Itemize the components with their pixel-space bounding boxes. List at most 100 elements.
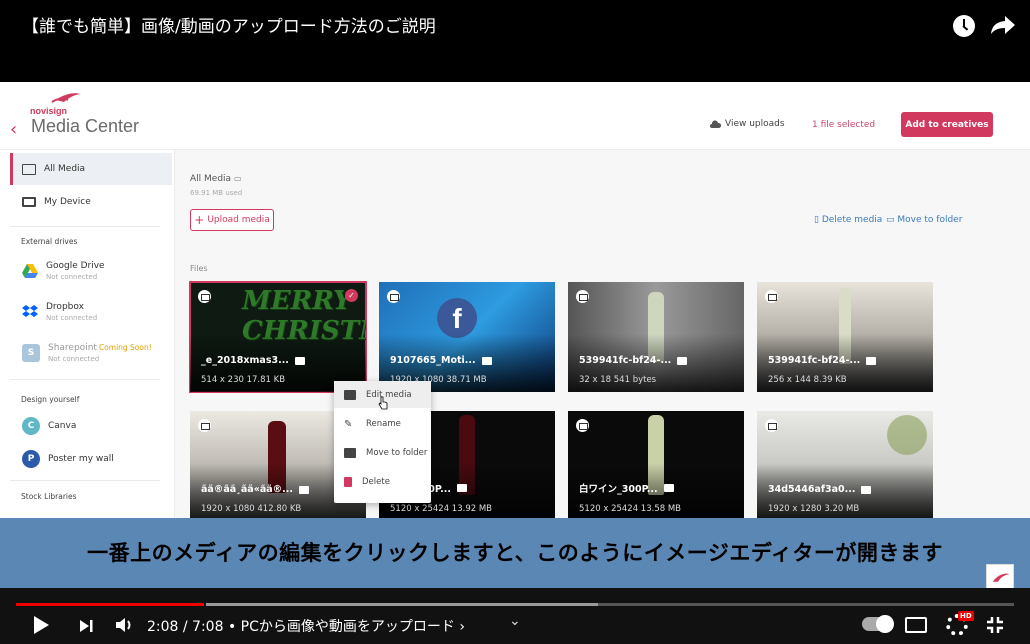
- sidebar-item-poster-my-wall[interactable]: P Poster my wall: [10, 443, 172, 475]
- hd-badge: HD: [958, 611, 974, 621]
- file-meta: 256 x 144 8.39 KB: [768, 375, 847, 385]
- folder-icon: ▭: [233, 174, 242, 183]
- google-drive-icon: [22, 264, 38, 278]
- sidebar-item-label: My Device: [44, 197, 91, 207]
- image-icon: [677, 356, 688, 365]
- menu-item-label: Rename: [366, 418, 401, 429]
- image-icon: [299, 485, 309, 494]
- time-text: 2:08 / 7:08: [147, 619, 224, 635]
- sidebar-item-dropbox[interactable]: Dropbox Not connected: [10, 295, 172, 329]
- file-meta: 5120 x 25424 13.58 MB: [579, 504, 682, 514]
- divider: [10, 226, 160, 227]
- divider: [10, 480, 160, 481]
- autoplay-toggle[interactable]: [862, 615, 894, 633]
- selected-check-icon[interactable]: ✓: [345, 289, 358, 302]
- sidebar-item-label: All Media: [44, 164, 86, 174]
- image-edit-icon: [344, 389, 356, 400]
- move-to-folder-button[interactable]: ▭ Move to folder: [886, 215, 962, 225]
- file-name-text: ãä®ãä¸ãä«ãä®...: [201, 484, 293, 495]
- file-name: ãä®ãä¸ãä«ãä®...: [201, 484, 309, 495]
- sidebar-item-label: Sharepoint: [48, 343, 97, 353]
- move-to-folder-menu-item[interactable]: Move to folder: [334, 439, 431, 466]
- pencil-icon: ✎: [344, 418, 353, 430]
- view-uploads-label: View uploads: [725, 119, 785, 129]
- hand-cursor-icon: [378, 396, 388, 410]
- rename-menu-item[interactable]: ✎ Rename: [334, 410, 431, 437]
- share-icon[interactable]: [990, 13, 1016, 37]
- subtitle-text: 一番上のメディアの編集をクリックしますと、このようにイメージエディターが開きます: [87, 541, 943, 565]
- sharepoint-icon: S: [22, 344, 40, 362]
- logo-text: novisign: [30, 106, 68, 116]
- image-icon: [663, 484, 674, 492]
- canva-icon: C: [22, 417, 40, 435]
- delete-media-button[interactable]: ▯ Delete media: [814, 215, 882, 225]
- volume-icon[interactable]: [114, 616, 134, 634]
- sidebar-item-sharepoint[interactable]: S Sharepoint Coming Soon! Not connected: [10, 336, 172, 370]
- facebook-icon: f: [437, 298, 477, 338]
- file-name-text: _e_2018xmas3...: [201, 355, 289, 366]
- plus-icon: +: [194, 213, 205, 227]
- sidebar-item-label: Dropbox: [46, 302, 84, 312]
- file-name-text: 539941fc-bf24-...: [579, 355, 672, 366]
- image-type-icon: [765, 419, 778, 432]
- view-uploads-button[interactable]: View uploads: [710, 119, 785, 129]
- connection-status: Not connected: [48, 355, 100, 363]
- divider: [10, 379, 160, 380]
- image-icon: [456, 484, 467, 492]
- exit-fullscreen-icon[interactable]: [985, 615, 1005, 635]
- menu-item-label: Move to folder: [366, 447, 428, 458]
- watch-later-icon[interactable]: [953, 15, 975, 37]
- sidebar-item-canva[interactable]: C Canva: [10, 410, 172, 442]
- media-card[interactable]: f 9107665_Moti... 1920 x 1080 38.71 MB: [379, 282, 555, 392]
- media-card[interactable]: 白ワイン_300P... 5120 x 25424 13.58 MB: [568, 411, 744, 518]
- file-meta: 1920 x 1080 412.80 KB: [201, 504, 302, 514]
- file-meta: 514 x 230 17.81 KB: [201, 375, 286, 385]
- sidebar-item-label: Google Drive: [46, 261, 105, 271]
- section-label: Design yourself: [21, 395, 80, 404]
- chapter-marker: [204, 603, 206, 606]
- file-name: 34d5446af3a0...: [768, 484, 872, 495]
- image-type-icon: [576, 290, 589, 303]
- add-to-creatives-button[interactable]: Add to creatives: [901, 112, 993, 137]
- folder-icon: [344, 447, 356, 458]
- file-meta: 32 x 18 541 bytes: [579, 375, 657, 385]
- media-card[interactable]: 34d5446af3a0... 1920 x 1280 3.20 MB: [757, 411, 933, 518]
- image-folder-icon: [22, 163, 36, 175]
- image-type-icon: [198, 419, 211, 432]
- media-center-app: novisign ‹ Media Center View uploads 1 f…: [0, 82, 1030, 518]
- menu-item-label: Delete: [362, 476, 390, 487]
- menu-item-label: Edit media: [366, 389, 412, 400]
- back-chevron-icon[interactable]: ‹: [10, 119, 17, 140]
- file-meta: 1920 x 1280 3.20 MB: [768, 504, 860, 514]
- file-name: _e_2018xmas3...: [201, 355, 305, 366]
- captions-icon[interactable]: [905, 617, 927, 633]
- media-card[interactable]: 539941fc-bf24-... 32 x 18 541 bytes: [568, 282, 744, 392]
- media-card[interactable]: 539941fc-bf24-... 256 x 144 8.39 KB: [757, 282, 933, 392]
- chevron-down-icon[interactable]: ⌄: [509, 613, 521, 629]
- file-name: 白ワイン_300P...: [579, 481, 674, 495]
- chapter-title[interactable]: • PCから画像や動画をアップロード ›: [228, 619, 465, 635]
- sidebar: All Media My Device External drives Goog…: [0, 150, 175, 518]
- image-icon: [294, 356, 305, 365]
- delete-menu-item[interactable]: Delete: [334, 468, 431, 495]
- breadcrumb: All Media ▭: [190, 174, 242, 184]
- video-title[interactable]: 【誰でも簡単】画像/動画のアップロード方法のご説明: [22, 12, 436, 37]
- file-name-text: 9107665_Moti...: [390, 355, 476, 366]
- leaf-decoration: [887, 415, 927, 455]
- media-card[interactable]: MERRYCHRISTMAS ✓ _e_2018xmas3... 514 x 2…: [189, 281, 367, 393]
- sidebar-item-google-drive[interactable]: Google Drive Not connected: [10, 254, 172, 288]
- play-icon[interactable]: [34, 616, 49, 634]
- file-name: 539941fc-bf24-...: [579, 355, 688, 366]
- sidebar-item-my-device[interactable]: My Device: [10, 186, 172, 218]
- next-icon[interactable]: [78, 618, 94, 634]
- file-meta: 5120 x 25424 13.92 MB: [390, 504, 493, 514]
- file-name: 539941fc-bf24-...: [768, 355, 877, 366]
- image-icon: [866, 356, 877, 365]
- image-type-icon: [387, 290, 400, 303]
- storage-used: 69.91 MB used: [190, 189, 243, 197]
- upload-media-button[interactable]: + Upload media: [190, 209, 274, 231]
- image-type-icon: [576, 419, 589, 432]
- file-name-text: 34d5446af3a0...: [768, 484, 856, 495]
- time-display: 2:08 / 7:08 • PCから画像や動画をアップロード ›: [147, 616, 465, 636]
- sidebar-item-all-media[interactable]: All Media: [10, 153, 172, 185]
